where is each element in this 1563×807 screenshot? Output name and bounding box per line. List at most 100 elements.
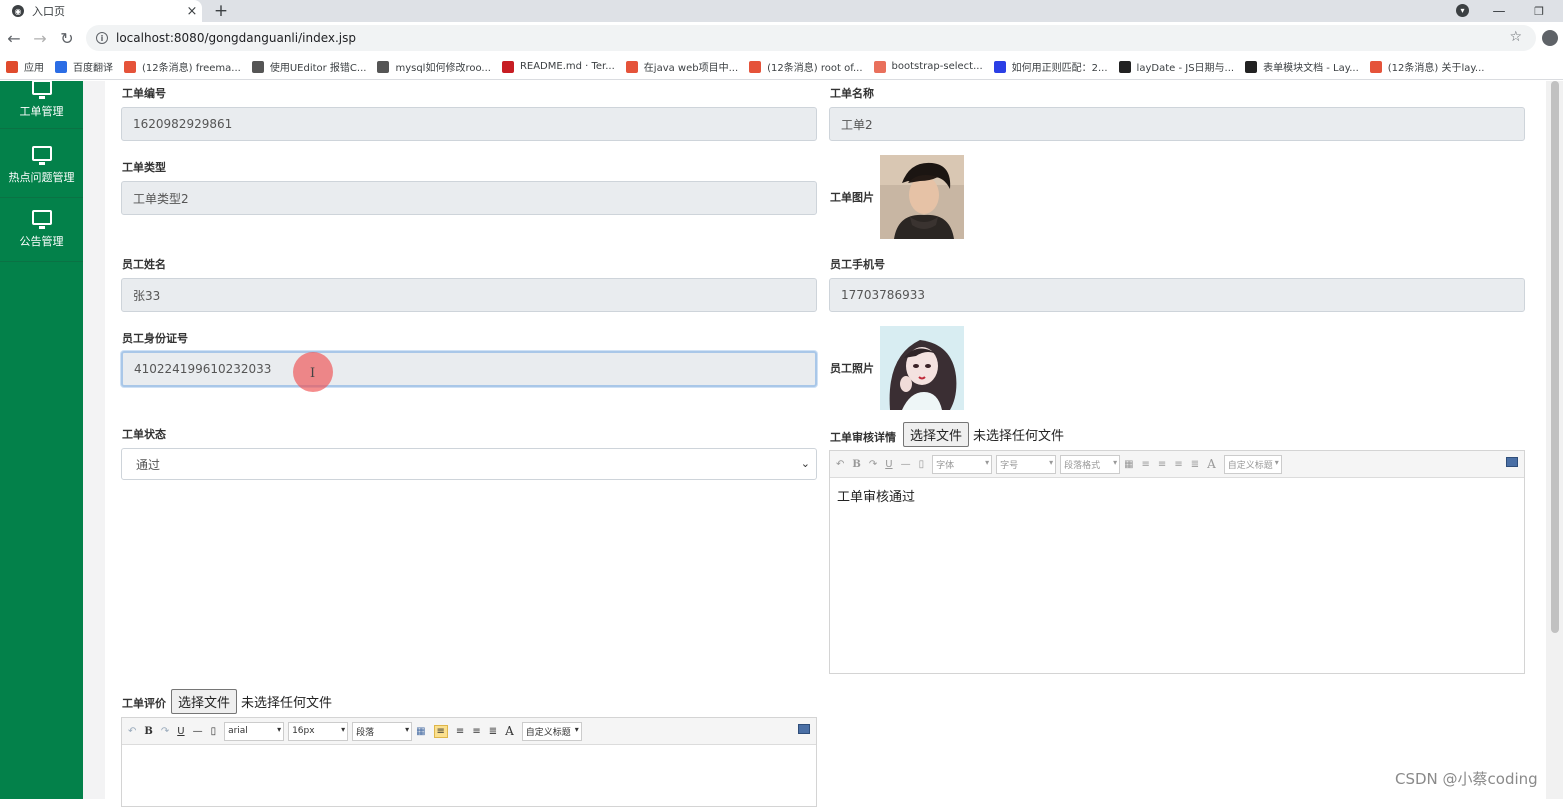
profile-avatar-icon[interactable] (1542, 30, 1558, 46)
custom-heading-dropdown[interactable]: 自定义标题 (1223, 454, 1282, 474)
order-no-field[interactable]: 1620982929861 (121, 107, 817, 141)
evaluation-editor-body[interactable] (122, 745, 816, 761)
scrollbar-thumb[interactable] (1551, 81, 1559, 633)
tab-close-icon[interactable]: × (182, 4, 202, 19)
bookmark-item[interactable]: README.md · Ter... (501, 60, 615, 73)
bookmark-item[interactable]: (12条消息) 关于lay... (1369, 59, 1484, 74)
employee-phone-field[interactable]: 17703786933 (829, 278, 1525, 312)
review-choose-file-button[interactable]: 选择文件 (903, 422, 970, 447)
bookmark-star-icon[interactable]: ☆ (1509, 29, 1522, 45)
horizontal-rule-icon[interactable]: — (901, 459, 911, 470)
bookmark-item[interactable]: bootstrap-select... (873, 60, 983, 73)
redo-icon[interactable]: ↷ (161, 726, 169, 737)
align-center-icon[interactable]: ≡ (456, 726, 464, 737)
employee-id-field[interactable]: 410224199610232033 (121, 351, 817, 387)
horizontal-rule-icon[interactable]: — (193, 726, 203, 737)
sidebar-item-label: 热点问题管理 (8, 171, 75, 184)
align-left-icon[interactable]: ≡ (1142, 459, 1150, 470)
underline-icon[interactable]: U (177, 726, 184, 737)
align-justify-icon[interactable]: ≣ (1191, 459, 1199, 470)
yuque-icon (251, 60, 264, 73)
reload-icon[interactable]: ↻ (57, 28, 77, 48)
bookmarks-bar: 应用 百度翻译 (12条消息) freema... 使用UEditor 报错C... m… (0, 54, 1563, 80)
custom-heading-dropdown[interactable]: 自定义标题 (521, 721, 582, 741)
font-color-icon[interactable]: A (1207, 457, 1216, 471)
sidebar-item-label: 公告管理 (19, 235, 64, 248)
undo-icon[interactable]: ↶ (836, 459, 844, 470)
page-scrollbar[interactable] (1546, 81, 1563, 799)
jianshu-icon (873, 60, 886, 73)
bold-icon[interactable]: B (144, 726, 152, 737)
bookmark-item[interactable]: 如何用正则匹配：2... (993, 59, 1108, 74)
order-type-label: 工单类型 (122, 161, 166, 174)
order-type-field[interactable]: 工单类型2 (121, 181, 817, 215)
order-name-field[interactable]: 工单2 (829, 107, 1525, 141)
back-icon[interactable]: ← (4, 28, 24, 48)
paragraph-dropdown[interactable]: 段落 (352, 721, 413, 741)
employee-photo (880, 326, 964, 410)
sidebar-item-announcements[interactable]: 公告管理 (0, 198, 83, 262)
employee-name-field[interactable]: 张33 (121, 278, 817, 312)
paragraph-dropdown[interactable]: 段落格式 (1060, 454, 1121, 474)
address-url: localhost:8080/gongdanguanli/index.jsp (116, 31, 356, 45)
align-center-icon[interactable]: ≡ (1158, 459, 1166, 470)
gitee-icon (501, 60, 514, 73)
form-content: 工单编号 1620982929861 工单名称 工单2 工单类型 工单类型2 工… (105, 81, 1546, 807)
font-family-dropdown[interactable]: 字体 (932, 454, 993, 474)
fullscreen-icon[interactable] (798, 724, 810, 734)
sidebar-item-order-management[interactable]: 工单管理 (0, 55, 83, 129)
order-status-label: 工单状态 (122, 428, 166, 441)
employee-photo-label: 员工照片 (830, 362, 874, 375)
undo-icon[interactable]: ↶ (128, 726, 136, 737)
font-color-icon[interactable]: A (505, 724, 514, 738)
align-right-icon[interactable]: ≡ (472, 726, 480, 737)
csdn-icon (124, 60, 136, 73)
font-family-dropdown[interactable]: arial (224, 721, 285, 741)
site-info-icon[interactable]: i (96, 32, 108, 44)
bookmark-label: (12条消息) root of... (767, 63, 863, 74)
new-tab-button[interactable]: + (210, 0, 232, 22)
bookmark-item[interactable]: 在java web项目中... (625, 59, 738, 74)
restore-icon[interactable]: ❐ (1526, 0, 1552, 22)
align-right-icon[interactable]: ≡ (1174, 459, 1182, 470)
bookmark-item[interactable]: 表单模块文档 - Lay... (1245, 59, 1359, 74)
minimize-icon[interactable]: — (1486, 0, 1512, 22)
forward-icon[interactable]: → (30, 28, 50, 48)
table-icon[interactable]: ▦ (416, 726, 425, 737)
redo-icon[interactable]: ↷ (869, 459, 877, 470)
align-justify-icon[interactable]: ≣ (489, 726, 497, 737)
watermark: CSDN @小蔡coding (1395, 770, 1538, 788)
order-name-label: 工单名称 (830, 87, 874, 100)
browser-tab[interactable]: ◉ 入口页 × (0, 0, 202, 22)
evaluation-editor-toolbar: ↶ B ↷ U — ▯ arial 16px 段落 ▦ ≡ ≡ ≡ ≣ A 自定… (122, 718, 816, 745)
fullscreen-icon[interactable] (1506, 457, 1518, 467)
review-editor-body[interactable]: 工单审核通过 (830, 478, 1524, 513)
evaluation-choose-file-button[interactable]: 选择文件 (171, 689, 238, 714)
bookmark-label: layDate - JS日期与... (1136, 63, 1235, 74)
evaluation-file-status: 未选择任何文件 (241, 696, 333, 711)
bookmark-item[interactable]: (12条消息) freema... (124, 59, 241, 74)
font-size-dropdown[interactable]: 字号 (996, 454, 1057, 474)
bold-icon[interactable]: B (852, 459, 860, 470)
employee-id-label: 员工身份证号 (122, 332, 188, 345)
align-left-icon[interactable]: ≡ (433, 724, 448, 738)
table-icon[interactable]: ▦ (1124, 459, 1133, 470)
order-image-label: 工单图片 (830, 191, 874, 204)
bookmark-item[interactable]: layDate - JS日期与... (1118, 59, 1235, 74)
review-editor-toolbar: ↶ B ↷ U — ▯ 字体 字号 段落格式 ▦ ≡ ≡ ≡ ≣ A 自定义标题 (830, 451, 1524, 478)
font-size-dropdown[interactable]: 16px (288, 721, 349, 741)
review-detail-file-input[interactable]: 选择文件 未选择任何文件 (903, 422, 1064, 447)
page-icon[interactable]: ▯ (211, 726, 217, 737)
underline-icon[interactable]: U (885, 459, 892, 470)
sidebar-item-hot-issues[interactable]: 热点问题管理 (0, 134, 83, 198)
employee-name-label: 员工姓名 (122, 258, 166, 271)
evaluation-file-input[interactable]: 选择文件 未选择任何文件 (171, 689, 332, 714)
tab-search-icon[interactable]: ▾ (1456, 4, 1469, 17)
address-bar[interactable]: i localhost:8080/gongdanguanli/index.jsp… (86, 25, 1536, 51)
bookmark-label: 使用UEditor 报错C... (269, 63, 367, 74)
bookmark-item[interactable]: 使用UEditor 报错C... (251, 59, 367, 74)
order-status-select[interactable]: 通过 ⌄ (121, 448, 817, 480)
bookmark-item[interactable]: (12条消息) root of... (749, 59, 863, 74)
bookmark-item[interactable]: mysql如何修改roo... (377, 59, 491, 74)
page-icon[interactable]: ▯ (919, 459, 925, 470)
